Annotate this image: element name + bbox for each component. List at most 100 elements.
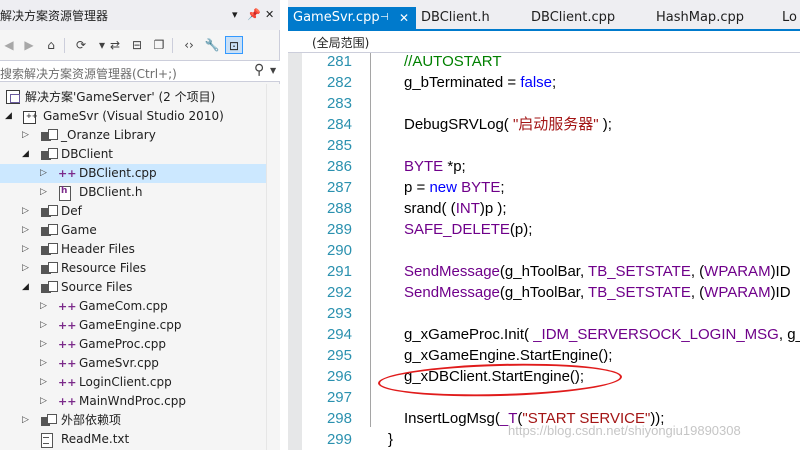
collapsed-arrow-icon[interactable]: ▷ [40, 376, 50, 389]
show-all-files-icon[interactable]: ❐ [150, 36, 168, 54]
tree-item-file-selected[interactable]: ▷ ++ DBClient.cpp [0, 164, 266, 183]
code-line[interactable]: srand( (INT)p ); [404, 198, 507, 219]
toolbar-separator [64, 38, 65, 53]
search-input[interactable]: 搜索解决方案资源管理器(Ctrl+;) [0, 65, 177, 82]
search-options-chevron-icon[interactable]: ▼ [270, 66, 276, 75]
pin-tab-icon[interactable]: ⊣ [380, 7, 389, 29]
collapsed-arrow-icon[interactable]: ▷ [22, 205, 32, 218]
tree-item-file[interactable]: ▷ ++ LoginClient.cpp [0, 373, 266, 392]
tree-item-file[interactable]: ▷ ++ GameSvr.cpp [0, 354, 266, 373]
tree-item-folder[interactable]: ▷ Game [0, 221, 266, 240]
forward-icon[interactable]: ▶ [20, 36, 38, 54]
close-icon[interactable]: ✕ [265, 9, 274, 20]
collapsed-arrow-icon[interactable]: ▷ [22, 243, 32, 256]
collapsed-arrow-icon[interactable]: ▷ [40, 319, 50, 332]
collapsed-arrow-icon[interactable]: ▷ [22, 129, 32, 142]
tree-item-folder[interactable]: ◢ Source Files [0, 278, 266, 297]
tab-hashmap-cpp[interactable]: HashMap.cpp [656, 7, 744, 31]
folder-icon [40, 204, 58, 219]
code-line[interactable]: } [388, 429, 393, 450]
code-line[interactable]: BYTE *p; [404, 156, 466, 177]
tree-item-folder[interactable]: ▷ Def [0, 202, 266, 221]
tree-item-label: _Oranze Library [61, 128, 156, 142]
code-line[interactable]: DebugSRVLog( "启动服务器" ); [404, 114, 612, 135]
sync-with-document-icon[interactable]: ⇄ [106, 36, 124, 54]
folder-icon [40, 261, 58, 276]
tree-item-file[interactable]: ▷ ++ GameProc.cpp [0, 335, 266, 354]
tree-item-folder[interactable]: ▷ Resource Files [0, 259, 266, 278]
collapsed-arrow-icon[interactable]: ▷ [40, 186, 50, 199]
code-line[interactable]: //AUTOSTART [404, 51, 502, 72]
tree-item-file[interactable]: ReadMe.txt [0, 430, 266, 449]
code-line[interactable]: g_bTerminated = false; [404, 72, 556, 93]
collapsed-arrow-icon[interactable]: ▷ [40, 300, 50, 313]
tree-item-folder[interactable]: ◢ DBClient [0, 145, 266, 164]
tree-item-label: GameCom.cpp [79, 299, 168, 313]
pending-changes-filter-icon[interactable]: ⟳ [72, 36, 90, 54]
tree-item-label: Game [61, 223, 97, 237]
collapse-all-icon[interactable]: ⊟ [128, 36, 146, 54]
external-deps-icon [40, 413, 57, 428]
collapsed-arrow-icon[interactable]: ▷ [40, 167, 50, 180]
tree-item-solution[interactable]: 解决方案'GameServer' (2 个项目) [0, 88, 266, 107]
tab-label: DBClient.cpp [531, 10, 616, 25]
tree-item-folder[interactable]: ▷ _Oranze Library [0, 126, 266, 145]
line-number: 296 [326, 368, 352, 385]
tree-item-project[interactable]: ◢ GameSvr (Visual Studio 2010) [0, 107, 266, 126]
collapsed-arrow-icon[interactable]: ▷ [22, 224, 32, 237]
tab-lo[interactable]: Lo [782, 7, 797, 31]
code-line[interactable]: p = new BYTE; [404, 177, 505, 198]
collapsed-arrow-icon[interactable]: ▷ [40, 357, 50, 370]
tree-item-file[interactable]: ▷ ++ GameCom.cpp [0, 297, 266, 316]
collapsed-arrow-icon[interactable]: ▷ [22, 262, 32, 275]
code-line[interactable]: g_xGameProc.Init( _IDM_SERVERSOCK_LOGIN_… [404, 324, 800, 345]
tab-label: HashMap.cpp [656, 10, 744, 25]
collapsed-arrow-icon[interactable]: ▷ [22, 414, 32, 427]
collapsed-arrow-icon[interactable]: ▷ [40, 338, 50, 351]
solution-explorer-panel: 解决方案资源管理器 ▾ 📌 ✕ ◀ ▶ ⌂ ⟳ ▾ ⇄ ⊟ ❐ ‹› 🔧 ⊡ 搜… [0, 0, 280, 450]
window-position-dropdown-icon[interactable]: ▾ [232, 9, 238, 20]
expanded-arrow-icon[interactable]: ◢ [22, 148, 32, 161]
folder-icon [40, 147, 58, 162]
watermark-text: https://blog.csdn.net/shiyongiu19890308 [508, 423, 741, 438]
solution-explorer-scrollbar[interactable] [266, 84, 280, 450]
cpp-file-icon: ++ [58, 357, 77, 370]
tree-item-label: DBClient.h [79, 185, 143, 199]
tree-item-external-deps[interactable]: ▷ 外部依赖项 [0, 411, 266, 430]
code-line[interactable]: SAFE_DELETE(p); [404, 219, 532, 240]
pin-icon[interactable]: 📌 [247, 9, 261, 20]
tree-item-file[interactable]: ▷ ++ MainWndProc.cpp [0, 392, 266, 411]
line-number: 295 [326, 347, 352, 364]
scope-dropdown[interactable]: (全局范围) [288, 31, 800, 53]
search-icon[interactable]: ⚲ [254, 62, 264, 78]
tree-item-file[interactable]: ▷ DBClient.h [0, 183, 266, 202]
expanded-arrow-icon[interactable]: ◢ [5, 110, 15, 123]
line-number: 289 [326, 221, 352, 238]
solution-explorer-search[interactable]: 搜索解决方案资源管理器(Ctrl+;) ⚲ ▼ [0, 60, 280, 82]
cpp-file-icon: ++ [58, 167, 77, 180]
collapsed-arrow-icon[interactable]: ▷ [40, 395, 50, 408]
line-number: 293 [326, 305, 352, 322]
expanded-arrow-icon[interactable]: ◢ [22, 281, 32, 294]
tree-item-label: Header Files [61, 242, 135, 256]
line-number: 292 [326, 284, 352, 301]
properties-wrench-icon[interactable]: 🔧 [203, 36, 221, 54]
code-line[interactable]: SendMessage(g_hToolBar, TB_SETSTATE, (WP… [404, 261, 791, 282]
tab-dbclient-cpp[interactable]: DBClient.cpp [531, 7, 615, 31]
project-icon [22, 109, 38, 124]
tab-gamesvr-cpp[interactable]: GameSvr.cpp ⊣ ✕ [288, 7, 416, 31]
tree-item-label: DBClient.cpp [79, 166, 157, 180]
solution-explorer-titlebar: 解决方案资源管理器 ▾ 📌 ✕ [0, 0, 280, 30]
line-number: 282 [326, 74, 352, 91]
tab-label: Lo [782, 10, 797, 25]
tree-item-file[interactable]: ▷ ++ GameEngine.cpp [0, 316, 266, 335]
tab-dbclient-h[interactable]: DBClient.h [421, 7, 490, 31]
back-icon[interactable]: ◀ [0, 36, 18, 54]
close-tab-icon[interactable]: ✕ [399, 7, 409, 29]
preview-selected-items-icon[interactable]: ⊡ [225, 36, 243, 54]
solution-explorer-toolbar: ◀ ▶ ⌂ ⟳ ▾ ⇄ ⊟ ❐ ‹› 🔧 ⊡ [0, 33, 280, 57]
code-line[interactable]: SendMessage(g_hToolBar, TB_SETSTATE, (WP… [404, 282, 791, 303]
tree-item-folder[interactable]: ▷ Header Files [0, 240, 266, 259]
home-icon[interactable]: ⌂ [42, 36, 60, 54]
view-code-icon[interactable]: ‹› [180, 36, 198, 54]
